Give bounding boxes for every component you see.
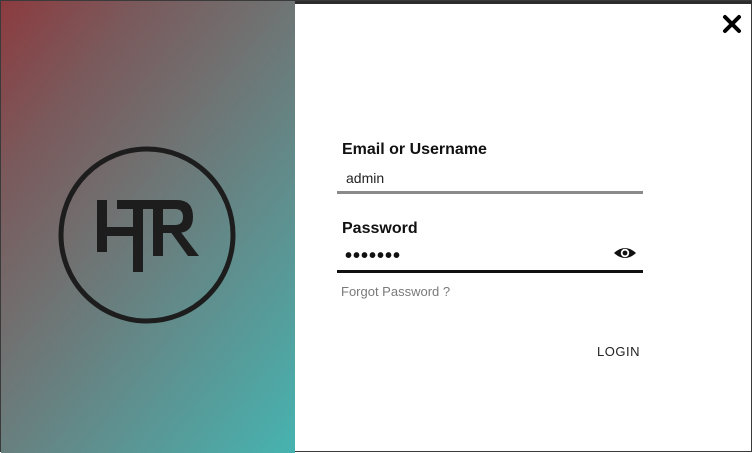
password-label: Password [342,220,418,237]
email-field[interactable] [337,164,643,194]
hr-monogram-logo [58,146,236,324]
eye-icon[interactable] [613,245,637,261]
login-button[interactable]: LOGIN [597,344,640,359]
brand-panel [1,1,295,453]
close-icon[interactable] [721,13,743,35]
password-field[interactable] [337,243,643,273]
email-label: Email or Username [342,141,487,158]
forgot-password-link[interactable]: Forgot Password ? [341,284,450,299]
login-dialog: Email or Username Password Forgot Passwo… [0,0,752,453]
